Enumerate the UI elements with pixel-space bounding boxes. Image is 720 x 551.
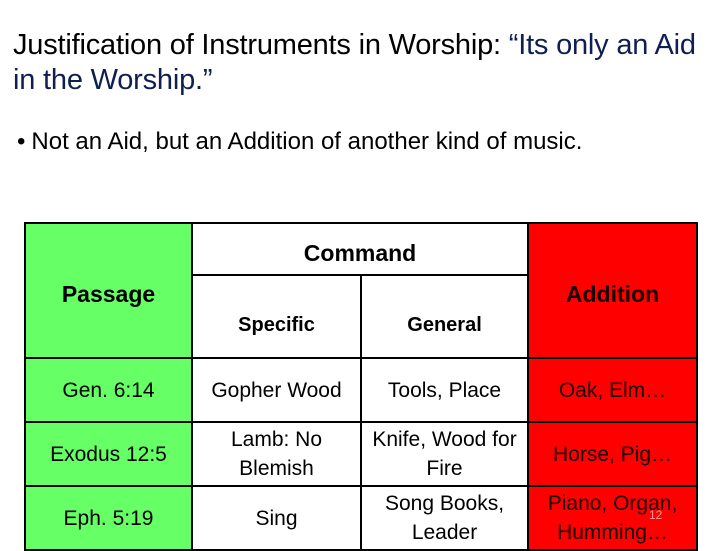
cell-addition: Piano, Organ, Humming… (527, 485, 699, 551)
slide-title: Justification of Instruments in Worship:… (13, 28, 713, 98)
title-main: Justification of Instruments in Worship: (13, 29, 509, 61)
cell-addition: Horse, Pig… (527, 421, 699, 487)
header-passage: Passage (24, 222, 193, 359)
comparison-table: Passage Command Addition Specific Genera… (24, 222, 699, 551)
cell-specific: Lamb: No Blemish (191, 421, 362, 487)
header-command: Command (190, 222, 530, 276)
cell-passage: Eph. 5:19 (24, 485, 193, 551)
cell-addition: Oak, Elm… (527, 357, 699, 423)
bullet-text: Not an Aid, but an Addition of another k… (31, 128, 583, 155)
table-row: Gen. 6:14 Gopher Wood Tools, Place Oak, … (24, 357, 699, 423)
cell-specific: Sing (191, 485, 362, 551)
table-row: Eph. 5:19 Sing Song Books, Leader Piano,… (24, 485, 699, 551)
cell-general: Song Books, Leader (359, 485, 530, 551)
cell-general: Tools, Place (359, 357, 530, 423)
page-number: 12 (649, 508, 663, 522)
cell-passage: Gen. 6:14 (24, 357, 193, 423)
header-specific: Specific (191, 274, 362, 359)
header-addition: Addition (527, 222, 699, 359)
header-general: General (359, 274, 530, 359)
table-row: Exodus 12:5 Lamb: No Blemish Knife, Wood… (24, 421, 699, 487)
cell-specific: Gopher Wood (191, 357, 362, 423)
bullet-point: • Not an Aid, but an Addition of another … (17, 128, 582, 156)
bullet-icon: • (17, 128, 26, 155)
cell-general: Knife, Wood for Fire (359, 421, 530, 487)
cell-passage: Exodus 12:5 (24, 421, 193, 487)
